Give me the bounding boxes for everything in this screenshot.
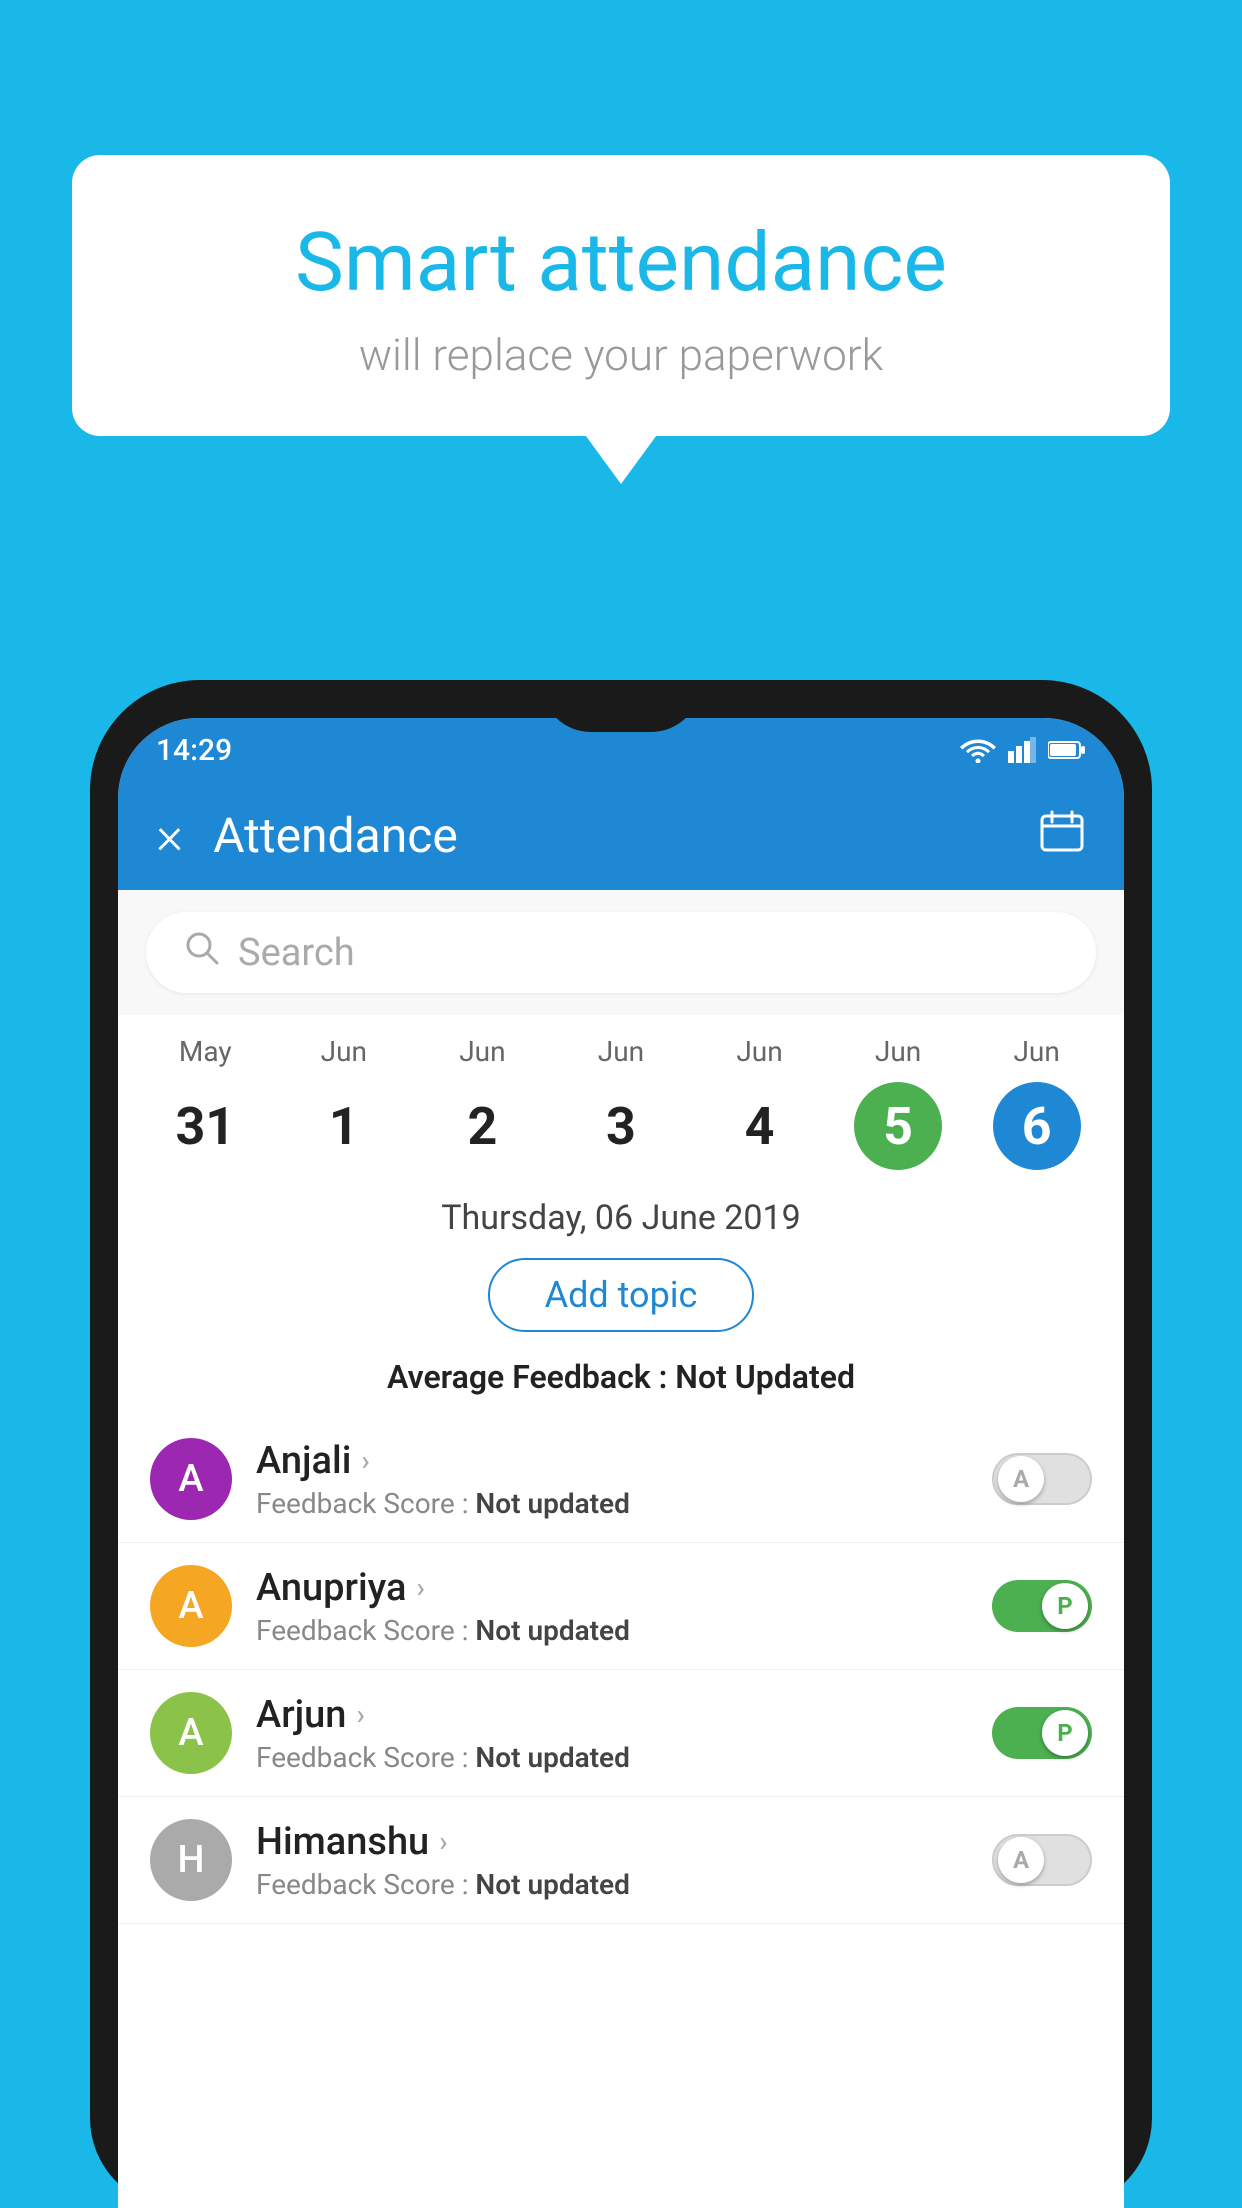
date-number: 3 — [577, 1082, 665, 1170]
student-info: Anupriya › Feedback Score : Not updated — [256, 1566, 968, 1647]
phone-screen: 14:29 — [118, 718, 1124, 2208]
date-month: Jun — [459, 1035, 505, 1068]
attendance-toggle[interactable]: A — [992, 1453, 1092, 1505]
speech-bubble-container: Smart attendance will replace your paper… — [72, 155, 1170, 436]
calendar-strip: May 31 Jun 1 Jun 2 Jun 3 Jun 4 Jun 5 Jun 6 — [118, 1015, 1124, 1180]
hero-subtitle: will replace your paperwork — [122, 329, 1120, 381]
calendar-date-item[interactable]: Jun 2 — [427, 1035, 537, 1170]
date-month: Jun — [736, 1035, 782, 1068]
feedback-average: Average Feedback : Not Updated — [118, 1350, 1124, 1416]
student-info: Anjali › Feedback Score : Not updated — [256, 1439, 968, 1520]
search-placeholder: Search — [238, 931, 355, 975]
phone-frame: 14:29 — [90, 680, 1152, 2208]
date-number: 6 — [993, 1082, 1081, 1170]
student-avatar: A — [150, 1692, 232, 1774]
student-info: Himanshu › Feedback Score : Not updated — [256, 1820, 968, 1901]
student-item[interactable]: A Arjun › Feedback Score : Not updated P — [118, 1670, 1124, 1797]
date-number: 31 — [161, 1082, 249, 1170]
date-number: 1 — [300, 1082, 388, 1170]
student-item[interactable]: A Anjali › Feedback Score : Not updated A — [118, 1416, 1124, 1543]
search-container: Search — [118, 890, 1124, 1015]
student-name: Anupriya › — [256, 1566, 968, 1610]
search-icon — [184, 930, 220, 975]
attendance-toggle[interactable]: A — [992, 1834, 1092, 1886]
search-bar[interactable]: Search — [146, 912, 1096, 993]
student-list: AAnjali ›Feedback Score : Not updatedAAA… — [118, 1416, 1124, 1924]
phone-notch — [541, 680, 701, 732]
date-month: Jun — [598, 1035, 644, 1068]
toggle-knob: P — [1042, 1710, 1088, 1756]
date-month: Jun — [875, 1035, 921, 1068]
attendance-toggle[interactable]: P — [992, 1580, 1092, 1632]
calendar-date-item[interactable]: Jun 1 — [289, 1035, 399, 1170]
feedback-value: Not Updated — [675, 1358, 855, 1396]
student-avatar: H — [150, 1819, 232, 1901]
calendar-date-item[interactable]: Jun 6 — [982, 1035, 1092, 1170]
chevron-right-icon: › — [439, 1825, 447, 1858]
student-score: Feedback Score : Not updated — [256, 1741, 968, 1774]
calendar-date-item[interactable]: Jun 4 — [705, 1035, 815, 1170]
chevron-right-icon: › — [356, 1698, 364, 1731]
student-score: Feedback Score : Not updated — [256, 1868, 968, 1901]
attendance-toggle[interactable]: P — [992, 1707, 1092, 1759]
date-month: Jun — [321, 1035, 367, 1068]
feedback-label: Average Feedback : — [387, 1358, 667, 1396]
toggle-knob: A — [998, 1456, 1044, 1502]
app-bar: × Attendance — [118, 780, 1124, 890]
status-icons — [960, 737, 1086, 763]
wifi-icon — [960, 737, 996, 763]
speech-bubble: Smart attendance will replace your paper… — [72, 155, 1170, 436]
student-name: Himanshu › — [256, 1820, 968, 1864]
student-name: Arjun › — [256, 1693, 968, 1737]
calendar-date-item[interactable]: Jun 3 — [566, 1035, 676, 1170]
student-avatar: A — [150, 1438, 232, 1520]
student-score: Feedback Score : Not updated — [256, 1487, 968, 1520]
status-time: 14:29 — [156, 733, 232, 768]
toggle-knob: P — [1042, 1583, 1088, 1629]
calendar-date-item[interactable]: May 31 — [150, 1035, 260, 1170]
add-topic-container: Add topic — [118, 1246, 1124, 1350]
student-avatar: A — [150, 1565, 232, 1647]
close-button[interactable]: × — [156, 805, 183, 866]
calendar-date-item[interactable]: Jun 5 — [843, 1035, 953, 1170]
student-item[interactable]: A Anupriya › Feedback Score : Not updated P — [118, 1543, 1124, 1670]
selected-date-label: Thursday, 06 June 2019 — [118, 1180, 1124, 1246]
student-info: Arjun › Feedback Score : Not updated — [256, 1693, 968, 1774]
hero-title: Smart attendance — [122, 215, 1120, 311]
date-month: Jun — [1013, 1035, 1059, 1068]
student-name: Anjali › — [256, 1439, 968, 1483]
add-topic-button[interactable]: Add topic — [488, 1258, 755, 1332]
date-month: May — [179, 1035, 232, 1068]
student-item[interactable]: H Himanshu › Feedback Score : Not updated A — [118, 1797, 1124, 1924]
chevron-right-icon: › — [361, 1444, 369, 1477]
signal-icon — [1008, 737, 1036, 763]
battery-icon — [1048, 739, 1086, 761]
app-title: Attendance — [213, 807, 1038, 864]
chevron-right-icon: › — [416, 1571, 424, 1604]
date-number: 5 — [854, 1082, 942, 1170]
toggle-knob: A — [998, 1837, 1044, 1883]
calendar-icon[interactable] — [1038, 806, 1086, 865]
student-score: Feedback Score : Not updated — [256, 1614, 968, 1647]
date-number: 4 — [716, 1082, 804, 1170]
date-number: 2 — [438, 1082, 526, 1170]
